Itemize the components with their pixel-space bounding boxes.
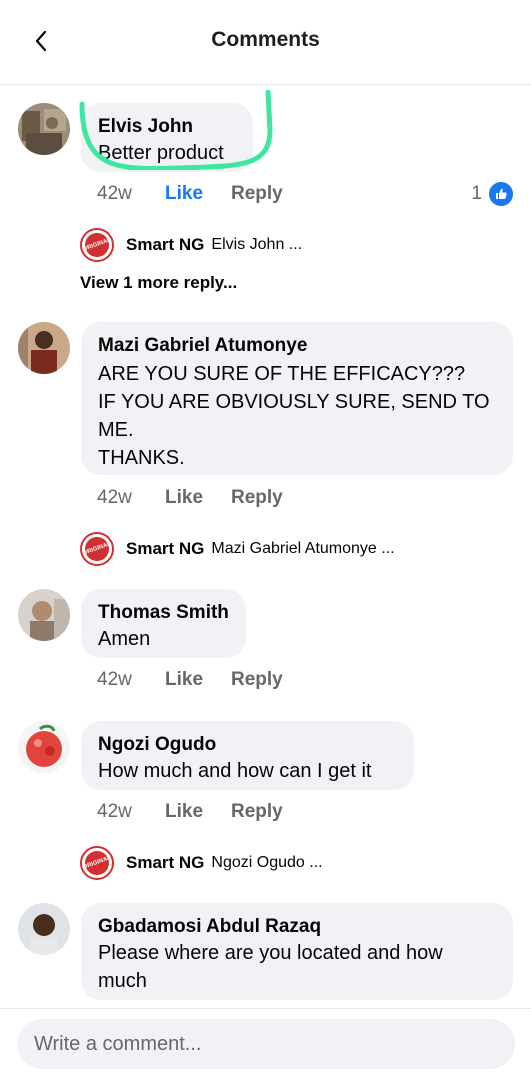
reaction-count: 1 [471,183,482,204]
comment-text: Please where are you located and how muc… [98,942,443,992]
reply-preview[interactable]: ORIGINAL Smart NG Mazi Gabriel Atumonye … [80,532,395,566]
reply-button[interactable]: Reply [231,487,283,509]
reply-text: Mazi Gabriel Atumonye ... [211,540,395,557]
like-button[interactable]: Like [165,487,203,509]
comment-text: Amen [98,628,151,650]
page-title: Comments [211,28,320,51]
comment-bubble[interactable]: Gbadamosi Abdul Razaq Please where are y… [81,903,513,1000]
comment-author[interactable]: Elvis John [98,113,237,141]
comment-actions: 42w Like Reply [97,183,517,209]
reply-author: Smart NG [126,539,205,558]
reply-button[interactable]: Reply [231,183,283,205]
avatar[interactable] [18,903,70,955]
like-button[interactable]: Like [165,183,203,205]
avatar: ORIGINAL [80,846,114,880]
view-more-replies-link[interactable]: View 1 more reply... [80,273,237,293]
comment-text: Better product [98,142,224,164]
comment-bubble[interactable]: Ngozi Ogudo How much and how can I get i… [81,721,414,790]
comment-time: 42w [97,487,132,508]
header: Comments [0,0,531,85]
comment-bubble[interactable]: Elvis John Better product [81,103,253,172]
comment-author[interactable]: Ngozi Ogudo [98,731,398,759]
comment-time: 42w [97,669,132,690]
comment-text: ARE YOU SURE OF THE EFFICACY??? IF YOU A… [98,363,490,469]
avatar[interactable] [18,721,70,773]
comment-text: How much and how can I get it [98,760,372,782]
comment-author[interactable]: Gbadamosi Abdul Razaq [98,913,497,941]
reply-button[interactable]: Reply [231,669,283,691]
comment-author[interactable]: Thomas Smith [98,599,230,627]
comment-bubble[interactable]: Mazi Gabriel Atumonye ARE YOU SURE OF TH… [81,322,513,475]
comment-actions: 42w Like Reply [97,801,397,827]
avatar: ORIGINAL [80,532,114,566]
reply-author: Smart NG [126,235,205,254]
like-button[interactable]: Like [165,801,203,823]
avatar[interactable] [18,589,70,641]
comment-time: 42w [97,183,132,204]
comment-input[interactable] [17,1019,515,1069]
reply-button[interactable]: Reply [231,801,283,823]
comment-actions: 42w Like Reply [97,487,397,513]
reply-text: Ngozi Ogudo ... [211,854,323,871]
avatar[interactable] [18,103,70,155]
like-button[interactable]: Like [165,669,203,691]
comment-actions: 42w Like Reply [97,669,397,695]
reply-preview[interactable]: ORIGINAL Smart NG Ngozi Ogudo ... [80,846,323,880]
reaction-summary[interactable]: 1 [471,180,515,208]
like-reaction-icon [487,180,515,208]
reply-text: Elvis John ... [211,236,303,253]
reply-author: Smart NG [126,853,205,872]
comment-author[interactable]: Mazi Gabriel Atumonye [98,332,497,360]
avatar: ORIGINAL [80,228,114,262]
avatar[interactable] [18,322,70,374]
comment-time: 42w [97,801,132,822]
reply-preview[interactable]: ORIGINAL Smart NG Elvis John ... [80,228,302,262]
comment-bubble[interactable]: Thomas Smith Amen [81,589,246,658]
comment-composer [0,1008,531,1081]
